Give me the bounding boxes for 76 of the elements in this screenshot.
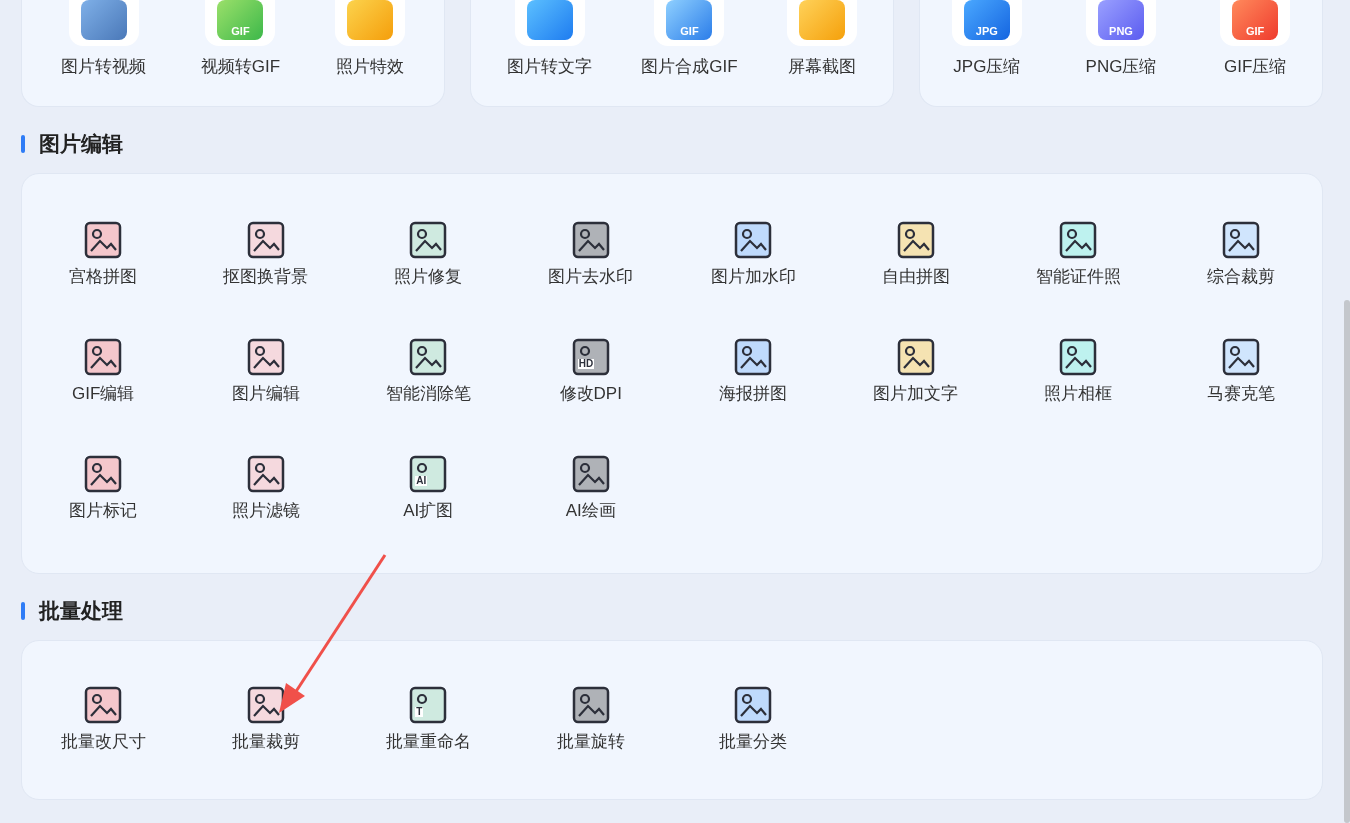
tool-label[interactable]: 照片特效	[335, 54, 404, 80]
image-tool-icon	[408, 454, 449, 494]
tool-label[interactable]: 批量重命名	[385, 729, 471, 755]
tool-label[interactable]: 批量裁剪	[231, 729, 300, 755]
app-tile-icon	[80, 0, 127, 40]
tool-label[interactable]: 照片相框	[1044, 381, 1113, 407]
badge-text: JPG	[975, 26, 998, 37]
tool-label[interactable]: 海报拼图	[719, 381, 788, 407]
image-tool-icon	[83, 337, 124, 377]
image-tool-icon	[83, 220, 124, 260]
badge-text: PNG	[1109, 26, 1133, 37]
tool-label[interactable]: GIF压缩	[1223, 54, 1287, 80]
image-tool-icon	[733, 337, 774, 377]
image-tool-icon	[408, 337, 449, 377]
badge-text: GIF	[1245, 26, 1265, 37]
tool-label[interactable]: 图片合成GIF	[641, 54, 738, 80]
image-tool-icon	[408, 685, 449, 725]
image-tool-icon	[83, 685, 124, 725]
section-title: 图片编辑	[39, 131, 123, 158]
image-tool-icon	[895, 220, 936, 260]
tool-label[interactable]: AI扩图	[403, 498, 454, 524]
image-tool-icon	[1058, 220, 1099, 260]
image-tool-icon	[245, 685, 286, 725]
tool-label[interactable]: 照片滤镜	[231, 498, 300, 524]
tool-label[interactable]: 图片加水印	[710, 264, 796, 290]
tool-label[interactable]: PNG压缩	[1085, 54, 1157, 80]
section-marker	[21, 135, 25, 153]
image-tool-icon	[83, 454, 124, 494]
tool-label[interactable]: 照片修复	[394, 264, 463, 290]
app-tile-icon	[798, 0, 845, 40]
image-tool-icon	[1058, 337, 1099, 377]
image-tool-icon	[245, 454, 286, 494]
tool-label[interactable]: 修改DPI	[559, 381, 622, 407]
tool-label[interactable]: 屏幕截图	[787, 54, 856, 80]
tool-label[interactable]: GIF编辑	[72, 381, 135, 407]
tool-label[interactable]: 自由拼图	[881, 264, 950, 290]
image-tool-icon	[570, 220, 611, 260]
tool-label[interactable]: 图片标记	[69, 498, 138, 524]
image-tool-icon	[570, 454, 611, 494]
image-tool-icon	[570, 337, 611, 377]
section-title: 批量处理	[39, 598, 123, 625]
badge-text: GIF	[231, 26, 250, 37]
app-tile-icon	[526, 0, 573, 40]
tool-label[interactable]: AI绘画	[565, 498, 616, 524]
tool-label[interactable]: 图片去水印	[548, 264, 634, 290]
tool-label[interactable]: 智能消除笔	[385, 381, 471, 407]
app-tile-icon	[346, 0, 393, 40]
tool-label[interactable]: 宫格拼图	[69, 264, 138, 290]
tool-label[interactable]: JPG压缩	[953, 54, 1021, 80]
image-tool-icon	[245, 220, 286, 260]
tool-label[interactable]: 图片转文字	[507, 54, 593, 80]
tool-label[interactable]: 批量分类	[719, 729, 788, 755]
tool-label[interactable]: 图片转视频	[61, 54, 147, 80]
image-tool-icon	[1220, 337, 1261, 377]
tool-label[interactable]: 图片加文字	[873, 381, 959, 407]
image-tool-icon	[245, 337, 286, 377]
tool-label[interactable]: 视频转GIF	[200, 54, 281, 80]
tool-label[interactable]: 抠图换背景	[223, 264, 309, 290]
badge-text: T	[415, 707, 424, 717]
badge-text: HD	[577, 359, 595, 369]
image-tool-icon	[895, 337, 936, 377]
image-tool-icon	[733, 220, 774, 260]
badge-text: AI	[415, 476, 428, 486]
tool-label[interactable]: 综合裁剪	[1206, 264, 1275, 290]
image-tool-icon	[733, 685, 774, 725]
tool-label[interactable]: 批量改尺寸	[60, 729, 146, 755]
tool-label[interactable]: 批量旋转	[556, 729, 625, 755]
tool-label[interactable]: 智能证件照	[1035, 264, 1121, 290]
image-tool-icon	[1220, 220, 1261, 260]
badge-text: GIF	[680, 26, 699, 37]
image-tool-icon	[570, 685, 611, 725]
image-tool-icon	[408, 220, 449, 260]
tool-label[interactable]: 图片编辑	[231, 381, 300, 407]
scrollbar-thumb[interactable]	[1344, 300, 1350, 823]
section-marker	[21, 602, 25, 620]
tool-label[interactable]: 马赛克笔	[1206, 381, 1275, 407]
